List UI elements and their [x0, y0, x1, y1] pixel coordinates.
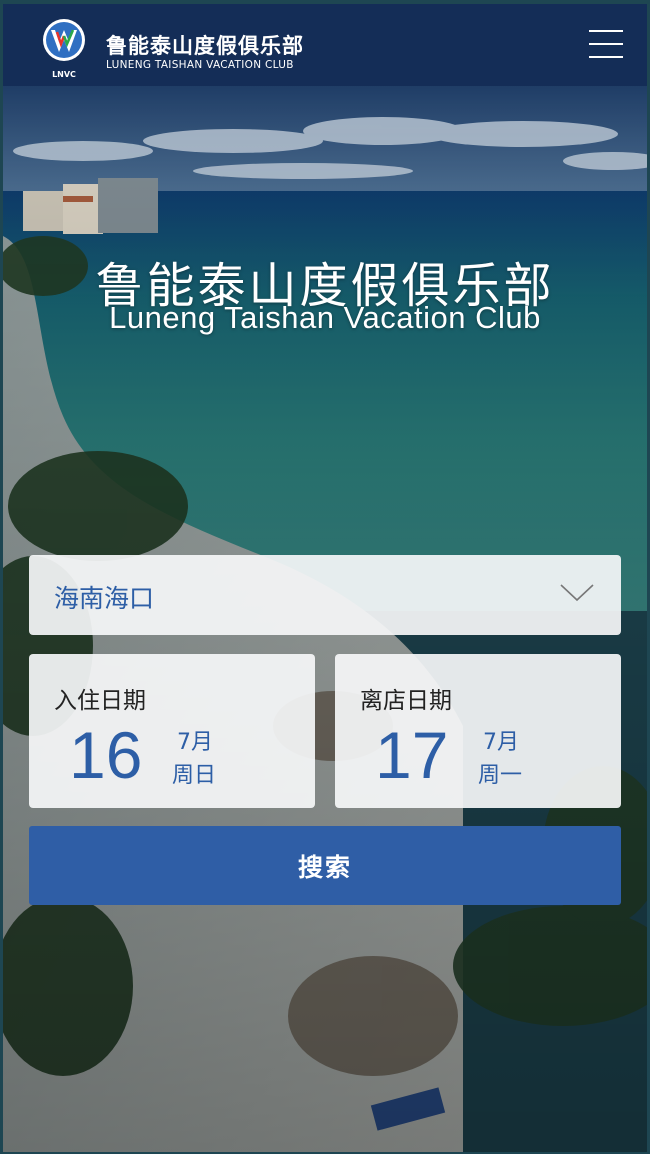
logo-text: LNVC: [52, 70, 76, 79]
checkin-label: 入住日期: [54, 688, 146, 714]
city-value: 海南海口: [54, 584, 155, 613]
checkin-month: 7月: [177, 730, 213, 755]
checkin-date-picker[interactable]: 入住日期 16 7月 周日: [29, 654, 315, 808]
checkin-day: 16: [69, 718, 143, 792]
search-button[interactable]: 搜索: [29, 826, 621, 905]
hamburger-menu-icon[interactable]: [589, 30, 623, 60]
top-header: LNVC 鲁能泰山度假俱乐部 LUNENG TAISHAN VACATION C…: [3, 4, 647, 86]
checkout-day: 17: [375, 718, 449, 792]
club-logo[interactable]: LNVC: [41, 18, 87, 80]
city-select[interactable]: 海南海口: [29, 555, 621, 635]
brand-name-en: LUNENG TAISHAN VACATION CLUB: [106, 59, 294, 71]
page: LNVC 鲁能泰山度假俱乐部 LUNENG TAISHAN VACATION C…: [0, 0, 650, 1154]
brand-name-cn: 鲁能泰山度假俱乐部: [106, 34, 304, 58]
checkin-weekday: 周日: [172, 763, 217, 788]
hero-title-en: Luneng Taishan Vacation Club: [109, 300, 541, 335]
checkout-date-picker[interactable]: 离店日期 17 7月 周一: [335, 654, 621, 808]
checkout-weekday: 周一: [478, 763, 523, 788]
checkout-label: 离店日期: [360, 688, 452, 714]
chevron-down-icon: [560, 584, 594, 602]
checkout-month: 7月: [483, 730, 519, 755]
